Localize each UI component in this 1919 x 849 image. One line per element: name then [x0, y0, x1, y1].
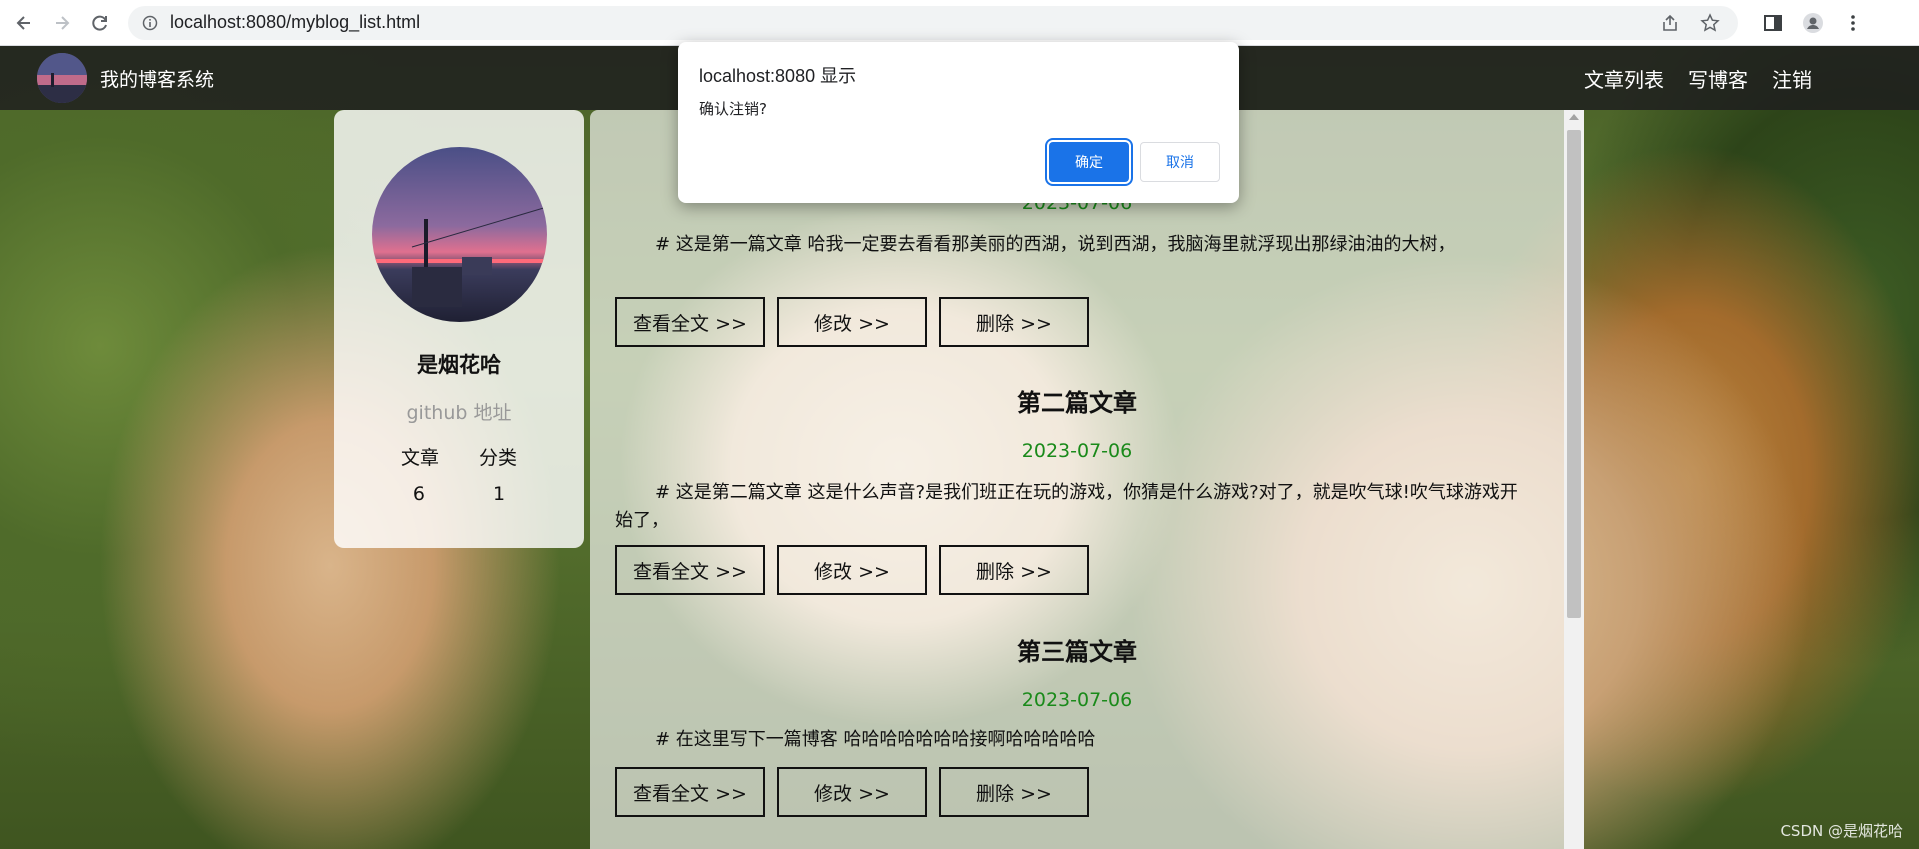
- forward-button[interactable]: [48, 9, 76, 37]
- edit-button[interactable]: 修改 >>: [777, 545, 927, 595]
- arrow-right-icon: [56, 15, 70, 30]
- view-full-button[interactable]: 查看全文 >>: [615, 297, 765, 347]
- kebab-menu-icon[interactable]: [1842, 12, 1864, 34]
- reload-button[interactable]: [86, 9, 114, 37]
- stat-value-categories: 1: [493, 483, 506, 505]
- scroll-up-icon[interactable]: [1569, 114, 1579, 120]
- browser-toolbar: localhost:8080/myblog_list.html: [0, 0, 1919, 46]
- article-title[interactable]: 第二篇文章: [590, 383, 1564, 418]
- edit-button[interactable]: 修改 >>: [777, 767, 927, 817]
- cancel-button[interactable]: 取消: [1140, 142, 1220, 182]
- site-logo: [37, 53, 87, 103]
- confirm-dialog: localhost:8080 显示 确认注销? 确定 取消: [678, 42, 1239, 203]
- reload-icon: [92, 15, 107, 31]
- share-icon[interactable]: [1660, 13, 1680, 33]
- star-icon[interactable]: [1700, 12, 1720, 33]
- dialog-title: localhost:8080 显示: [699, 66, 857, 86]
- nav-write-blog[interactable]: 写博客: [1688, 64, 1748, 93]
- article-desc: # 这是第一篇文章 哈我一定要去看看那美丽的西湖，说到西湖，我脑海里就浮现出那绿…: [655, 234, 1456, 255]
- delete-button[interactable]: 删除 >>: [939, 297, 1089, 347]
- nav-links: 文章列表 写博客 注销: [1584, 64, 1812, 93]
- stats-values: 6 1: [413, 483, 505, 505]
- article-actions: 查看全文 >> 修改 >> 删除 >>: [615, 297, 1089, 347]
- scroll-thumb[interactable]: [1567, 130, 1581, 618]
- delete-button[interactable]: 删除 >>: [939, 767, 1089, 817]
- stats-labels: 文章 分类: [401, 443, 517, 470]
- nav-article-list[interactable]: 文章列表: [1584, 64, 1664, 93]
- article-list[interactable]: 2023-07-06 # 这是第一篇文章 哈我一定要去看看那美丽的西湖，说到西湖…: [590, 110, 1584, 849]
- article-date: 2023-07-06: [1021, 689, 1133, 711]
- back-button[interactable]: [10, 9, 38, 37]
- arrow-left-icon: [16, 15, 30, 30]
- profile-icon[interactable]: [1802, 12, 1824, 34]
- watermark: CSDN @是烟花哈: [1780, 822, 1903, 840]
- url-text[interactable]: localhost:8080/myblog_list.html: [170, 12, 420, 33]
- stat-label-categories: 分类: [479, 447, 518, 469]
- user-name: 是烟花哈: [417, 353, 501, 377]
- confirm-button[interactable]: 确定: [1049, 142, 1129, 182]
- delete-button[interactable]: 删除 >>: [939, 545, 1089, 595]
- view-full-button[interactable]: 查看全文 >>: [615, 767, 765, 817]
- article-title[interactable]: 第三篇文章: [590, 632, 1564, 667]
- stat-label-articles: 文章: [400, 447, 439, 469]
- avatar: [371, 147, 547, 322]
- stat-value-articles: 6: [412, 483, 425, 505]
- scrollbar[interactable]: [1564, 110, 1584, 849]
- side-panel-icon[interactable]: [1762, 12, 1784, 34]
- edit-button[interactable]: 修改 >>: [777, 297, 927, 347]
- article-actions: 查看全文 >> 修改 >> 删除 >>: [615, 545, 1089, 595]
- article-desc: # 在这里写下一篇博客 哈哈哈哈哈哈哈接啊哈哈哈哈哈: [655, 729, 1096, 750]
- info-icon[interactable]: [142, 15, 158, 31]
- address-bar[interactable]: localhost:8080/myblog_list.html: [128, 5, 1738, 40]
- dialog-message: 确认注销?: [699, 100, 767, 118]
- site-title: 我的博客系统: [100, 68, 215, 91]
- article-date: 2023-07-06: [1021, 440, 1133, 462]
- article-desc: # 这是第二篇文章 这是什么声音?是我们班正在玩的游戏，你猜是什么游戏?对了，就…: [615, 482, 1518, 531]
- article-actions: 查看全文 >> 修改 >> 删除 >>: [615, 767, 1089, 817]
- github-link[interactable]: github 地址: [407, 398, 512, 425]
- view-full-button[interactable]: 查看全文 >>: [615, 545, 765, 595]
- profile-card: 是烟花哈 github 地址 文章 分类 6 1: [334, 110, 584, 548]
- nav-logout[interactable]: 注销: [1772, 64, 1812, 93]
